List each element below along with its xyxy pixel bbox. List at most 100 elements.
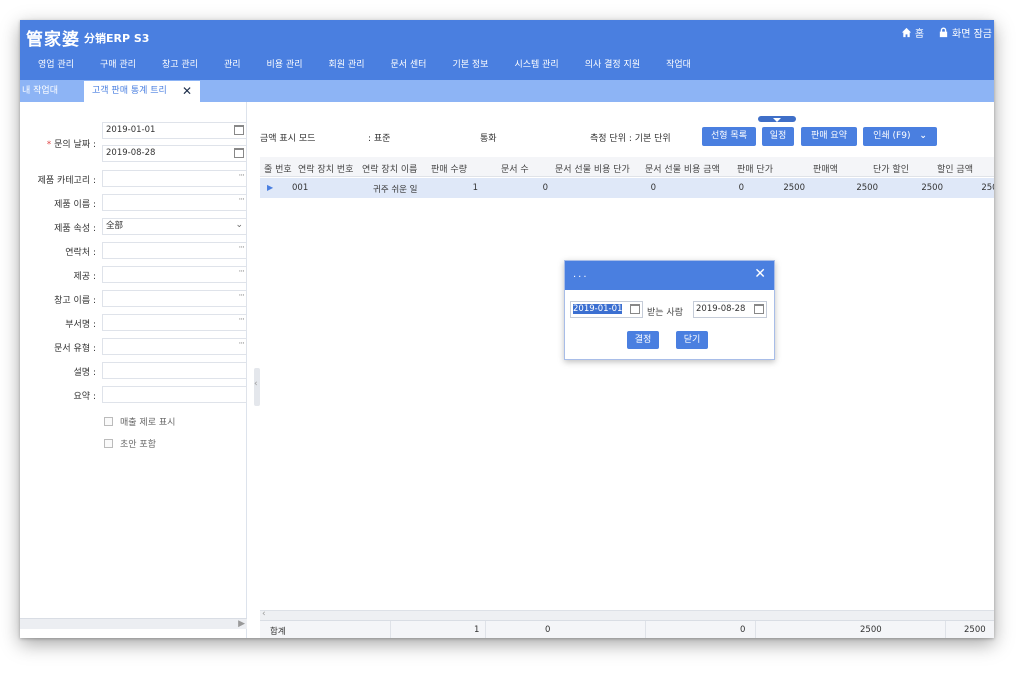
date-from-input[interactable]: 2019-01-01 xyxy=(102,122,247,139)
ellipsis-icon[interactable]: ··· xyxy=(238,265,245,280)
dialog-date-from-input[interactable]: 2019-01-01 xyxy=(570,301,643,318)
ellipsis-icon[interactable]: ··· xyxy=(238,337,245,352)
nav-warehouse[interactable]: 창고 관리 xyxy=(147,56,209,74)
tab-my-workbench[interactable]: 내 작업대 xyxy=(20,80,58,102)
erp-window: 管家婆 分销ERP S3 홈 화면 잠금 영업 관리 구매 관리 창고 관리 관… xyxy=(20,20,994,638)
app-logo: 管家婆 xyxy=(26,30,80,50)
include-draft-checkbox[interactable]: 초안 포함 xyxy=(104,436,156,450)
nav-member[interactable]: 회원 관리 xyxy=(314,56,376,74)
dialog-ok-button[interactable]: 결정 xyxy=(627,331,659,349)
col-header[interactable]: 판매 단가 xyxy=(737,162,773,175)
col-header[interactable]: 연락 장치 이름 xyxy=(362,162,417,175)
nav-decision[interactable]: 의사 결정 지원 xyxy=(570,56,651,74)
nav-sales[interactable]: 영업 관리 xyxy=(20,56,85,74)
tab-customer-sales-tree[interactable]: 고객 판매 통계 트리 ✕ xyxy=(84,81,200,102)
col-header[interactable]: 문서 수 xyxy=(501,162,529,175)
nav-workbench[interactable]: 작업대 xyxy=(651,56,702,74)
home-link[interactable]: 홈 xyxy=(901,25,924,40)
currency-label[interactable]: 통화 xyxy=(480,131,497,144)
home-icon xyxy=(901,27,911,38)
summary-input[interactable] xyxy=(102,386,247,403)
cell-contact-name: 귀주 쉬운 일 xyxy=(373,185,418,195)
divider xyxy=(485,621,486,638)
close-icon[interactable]: ✕ xyxy=(182,81,192,102)
col-header[interactable]: 문서 선물 비용 단가 xyxy=(555,162,630,175)
ellipsis-icon[interactable]: ··· xyxy=(238,169,245,184)
close-icon[interactable]: ✕ xyxy=(754,266,766,282)
col-header[interactable]: 줄 번호 xyxy=(264,162,292,175)
scroll-left-icon[interactable]: ‹ xyxy=(262,609,266,619)
nav-basic-info[interactable]: 기본 정보 xyxy=(437,56,499,74)
divider xyxy=(945,621,946,638)
filter-row: 제품 속성 : 全部 ⌄ xyxy=(20,218,247,238)
cell-discount-amount: 2500 xyxy=(981,183,994,193)
checkbox-box[interactable] xyxy=(104,416,113,426)
collapse-toggle[interactable] xyxy=(758,116,796,122)
filter-scrollbar[interactable]: ▶ xyxy=(20,618,247,629)
show-zero-sales-checkbox[interactable]: 매출 제로 표시 xyxy=(104,414,175,428)
amount-mode-value[interactable]: : 표준 xyxy=(368,131,390,144)
col-header[interactable]: 할인 금액 xyxy=(937,162,973,175)
nav-purchase[interactable]: 구매 관리 xyxy=(85,56,147,74)
product-attribute-select[interactable]: 全部 ⌄ xyxy=(102,218,247,235)
unit-label[interactable]: 측정 단위 : 기본 단위 xyxy=(590,131,671,144)
product-category-input[interactable]: ··· xyxy=(102,170,247,187)
filter-row: 부서명 : ··· xyxy=(20,314,247,334)
grid-horizontal-scrollbar[interactable]: ‹ xyxy=(260,609,994,620)
col-header[interactable]: 판매액 xyxy=(813,162,838,175)
warehouse-input[interactable]: ··· xyxy=(102,290,247,307)
col-header[interactable]: 단가 할인 xyxy=(873,162,909,175)
schedule-button[interactable]: 일정 xyxy=(762,127,794,146)
calendar-icon[interactable] xyxy=(630,304,640,314)
ellipsis-icon[interactable]: ··· xyxy=(238,193,245,208)
total-doc-count: 0 xyxy=(545,625,551,635)
cell-unit-price: 2500 xyxy=(783,183,805,193)
col-header[interactable]: 판매 수량 xyxy=(431,162,467,175)
checkbox-box[interactable] xyxy=(104,438,113,448)
ellipsis-icon[interactable]: ··· xyxy=(238,289,245,304)
col-header[interactable]: 연락 장치 번호 xyxy=(298,162,353,175)
table-row[interactable]: ▶ 001 귀주 쉬운 일 1 0 0 0 2500 2500 2500 250… xyxy=(260,178,994,198)
supplier-input[interactable]: ··· xyxy=(102,266,247,283)
tab-active-label: 고객 판매 통계 트리 xyxy=(92,86,167,96)
ellipsis-icon[interactable]: ··· xyxy=(238,313,245,328)
nav-manage[interactable]: 관리 xyxy=(209,56,252,74)
divider xyxy=(755,621,756,638)
chevron-down-icon[interactable]: ⌄ xyxy=(919,131,927,141)
chevron-down-icon[interactable]: ⌄ xyxy=(235,218,243,233)
calendar-icon[interactable] xyxy=(754,304,764,314)
description-input[interactable] xyxy=(102,362,247,379)
document-type-input[interactable]: ··· xyxy=(102,338,247,355)
date-to-input[interactable]: 2019-08-28 xyxy=(102,145,247,162)
sales-summary-button[interactable]: 판매 요약 xyxy=(801,127,857,146)
department-input[interactable]: ··· xyxy=(102,314,247,331)
nav-expense[interactable]: 비용 관리 xyxy=(252,56,314,74)
nav-documents[interactable]: 문서 센터 xyxy=(375,56,437,74)
contact-input[interactable]: ··· xyxy=(102,242,247,259)
tab-bar: 내 작업대 고객 판매 통계 트리 ✕ xyxy=(20,80,994,102)
product-name-input[interactable]: ··· xyxy=(102,194,247,211)
select-list-button[interactable]: 선형 목록 xyxy=(702,127,756,146)
dialog-to-label: 받는 사람 xyxy=(647,308,683,318)
report-content: 금액 표시 모드 : 표준 통화 측정 단위 : 기본 단위 선형 목록 일정 … xyxy=(260,102,994,638)
calendar-icon[interactable] xyxy=(234,125,244,135)
main-nav: 영업 관리 구매 관리 창고 관리 관리 비용 관리 회원 관리 문서 센터 기… xyxy=(20,56,702,74)
dialog-close-button[interactable]: 닫기 xyxy=(676,331,708,349)
filter-row: 제품 카테고리 : ··· xyxy=(20,170,247,190)
col-header[interactable]: 문서 선물 비용 금액 xyxy=(645,162,720,175)
amount-mode-label: 금액 표시 모드 xyxy=(260,134,316,144)
filter-label: 제품 속성 : xyxy=(54,224,96,234)
lock-icon xyxy=(939,27,948,38)
print-button[interactable]: 인쇄 (F9) ⌄ xyxy=(863,127,937,146)
total-qty: 1 xyxy=(474,625,480,635)
filter-label: 제공 : xyxy=(73,272,96,282)
lock-screen-link[interactable]: 화면 잠금 xyxy=(938,25,992,40)
scroll-right-icon[interactable]: ▶ xyxy=(238,619,245,629)
cell-contact-no: 001 xyxy=(292,183,309,193)
ellipsis-icon[interactable]: ··· xyxy=(238,241,245,256)
dialog-date-to-input[interactable]: 2019-08-28 xyxy=(693,301,767,318)
nav-system[interactable]: 시스템 관리 xyxy=(499,56,569,74)
filter-row: 연락처 : ··· xyxy=(20,242,247,262)
grid-header: 줄 번호 연락 장치 번호 연락 장치 이름 판매 수량 문서 수 문서 선물 … xyxy=(260,157,994,177)
calendar-icon[interactable] xyxy=(234,148,244,158)
